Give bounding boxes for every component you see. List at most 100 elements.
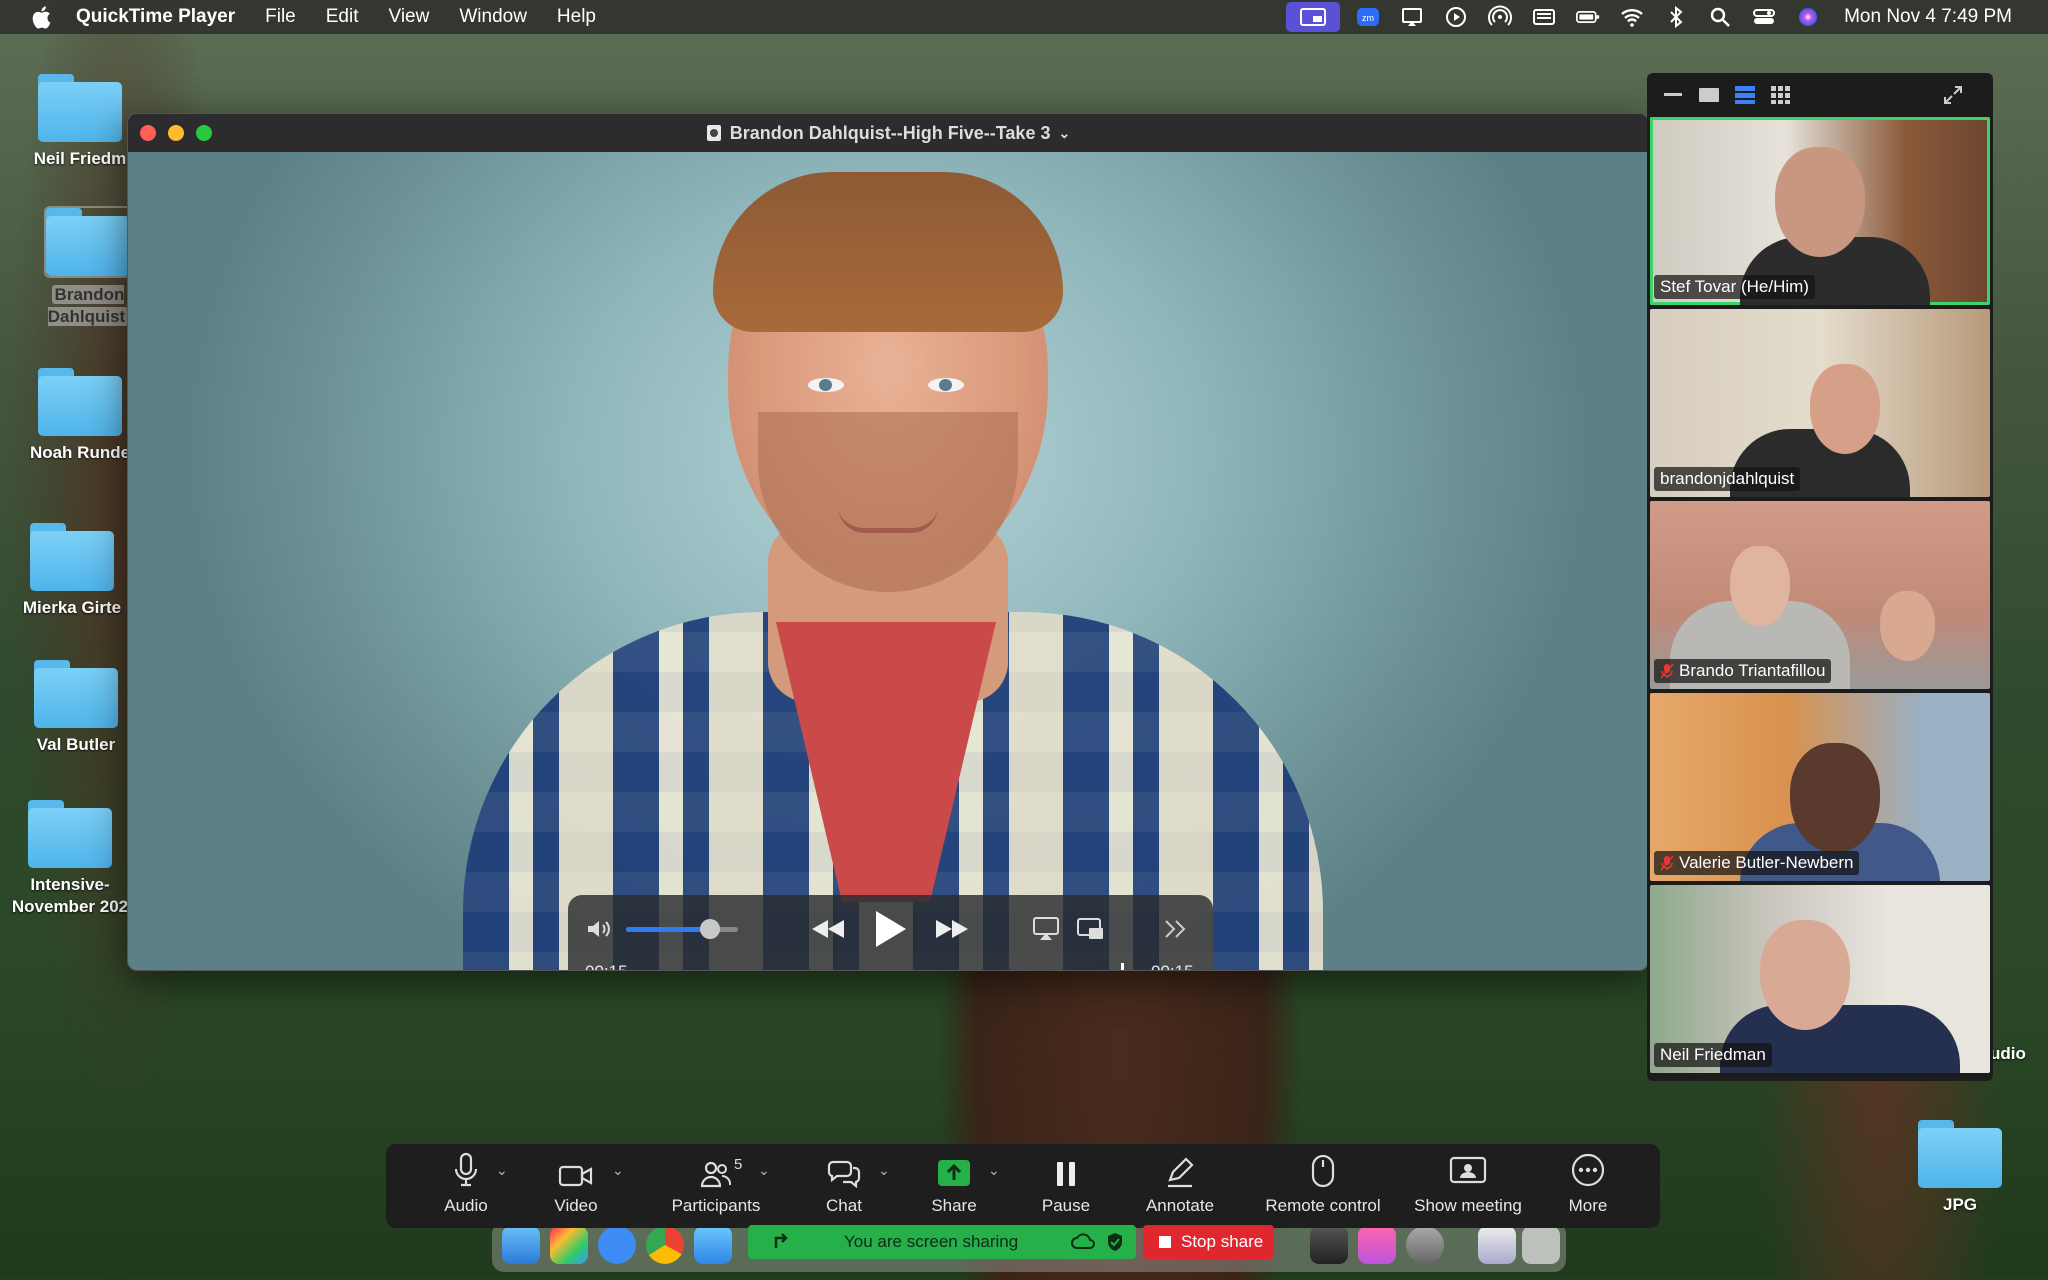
folder-icon — [38, 74, 122, 142]
audio-button[interactable]: ⌄ Audio — [426, 1144, 508, 1228]
menu-help[interactable]: Help — [557, 6, 596, 28]
menu-view[interactable]: View — [389, 6, 430, 28]
chrome-icon[interactable] — [646, 1226, 684, 1264]
participant-name: brandonjdahlquist — [1660, 469, 1795, 488]
screen-sharing-status-bar[interactable]: You are screen sharing — [748, 1225, 1136, 1259]
mail-icon[interactable] — [694, 1226, 732, 1264]
participant-tile[interactable]: Brando Triantafillou — [1650, 501, 1990, 689]
mic-muted-icon — [1660, 663, 1674, 679]
play-icon[interactable] — [870, 907, 910, 951]
battery-icon[interactable] — [1576, 5, 1600, 29]
desktop-folder-mierka[interactable]: Mierka Girte — [2, 523, 142, 619]
app-name-menu[interactable]: QuickTime Player — [76, 6, 235, 28]
audio-button-label: Audio — [444, 1196, 488, 1215]
minimize-icon[interactable] — [1661, 84, 1685, 106]
volume-slider[interactable] — [626, 919, 738, 939]
speaker-view-icon[interactable] — [1697, 84, 1721, 106]
launchpad-icon[interactable] — [550, 1226, 588, 1264]
spotlight-search-icon[interactable] — [1708, 5, 1732, 29]
participant-name: Stef Tovar (He/Him) — [1660, 277, 1809, 296]
safari-icon[interactable] — [598, 1226, 636, 1264]
window-titlebar[interactable]: Brandon Dahlquist--High Five--Take 3 ⌄ — [128, 114, 1648, 152]
play-circle-icon[interactable] — [1444, 5, 1468, 29]
gallery-grid-icon[interactable] — [1769, 84, 1793, 106]
pause-icon — [1055, 1144, 1077, 1188]
expand-icon[interactable] — [1941, 84, 1965, 106]
menu-edit[interactable]: Edit — [326, 6, 359, 28]
participants-button-label: Participants — [671, 1196, 761, 1215]
video-subject-hair — [713, 172, 1063, 332]
screen-mirror-icon[interactable] — [1400, 5, 1424, 29]
share-more-icon[interactable] — [1160, 913, 1190, 945]
menu-bar-clock[interactable]: Mon Nov 4 7:49 PM — [1844, 6, 2012, 28]
fast-forward-icon[interactable] — [932, 913, 972, 945]
video-button-label: Video — [554, 1196, 598, 1215]
bluetooth-icon[interactable] — [1664, 5, 1688, 29]
desktop-folder-val[interactable]: Val Butler — [6, 660, 146, 756]
pause-share-button[interactable]: Pause — [1026, 1144, 1106, 1228]
show-meeting-button[interactable]: Show meeting — [1408, 1144, 1528, 1228]
rewind-icon[interactable] — [808, 913, 848, 945]
pencil-icon — [1164, 1144, 1196, 1188]
participant-face — [1790, 743, 1880, 853]
stop-share-label: Stop share — [1181, 1232, 1264, 1251]
time-elapsed: 00:15 — [585, 962, 628, 970]
strip-view-icon[interactable] — [1733, 84, 1757, 106]
participant-tile[interactable]: Neil Friedman — [1650, 885, 1990, 1073]
more-icon — [1570, 1144, 1606, 1188]
dock-app-icon[interactable] — [1478, 1226, 1516, 1264]
picture-in-picture-icon[interactable] — [1074, 913, 1108, 945]
stop-share-button[interactable]: Stop share — [1143, 1225, 1274, 1259]
siri-icon[interactable] — [1796, 5, 1820, 29]
zoom-share-icon[interactable] — [1286, 2, 1341, 32]
finder-icon[interactable] — [502, 1226, 540, 1264]
dock-app-icon[interactable] — [1358, 1226, 1396, 1264]
menu-bar: QuickTime Player File Edit View Window H… — [0, 0, 2048, 34]
participant-face — [1810, 364, 1880, 454]
time-remaining: 00:15 — [1151, 962, 1194, 970]
participants-button[interactable]: 5 ⌄ Participants — [656, 1144, 776, 1228]
participant-tile[interactable]: Stef Tovar (He/Him) — [1650, 117, 1990, 305]
remote-control-button[interactable]: Remote control — [1260, 1144, 1386, 1228]
zoom-app-icon[interactable]: zm — [1356, 5, 1380, 29]
video-options-chevron-icon[interactable]: ⌄ — [612, 1162, 624, 1179]
participant-tile[interactable]: Valerie Butler-Newbern — [1650, 693, 1990, 881]
annotate-button[interactable]: Annotate — [1130, 1144, 1230, 1228]
window-title[interactable]: Brandon Dahlquist--High Five--Take 3 ⌄ — [128, 114, 1648, 152]
audio-options-chevron-icon[interactable]: ⌄ — [496, 1162, 508, 1179]
share-button[interactable]: ⌄ Share — [914, 1144, 1000, 1228]
apple-menu-icon[interactable] — [30, 5, 52, 29]
desktop-folder-jpg[interactable]: JPG — [1900, 1120, 2020, 1216]
folder-icon — [44, 206, 132, 278]
chat-options-chevron-icon[interactable]: ⌄ — [878, 1162, 890, 1179]
shield-check-icon — [1108, 1233, 1123, 1251]
quicktime-window: Brandon Dahlquist--High Five--Take 3 ⌄ — [127, 113, 1649, 971]
chevron-down-icon[interactable]: ⌄ — [1058, 125, 1070, 142]
menu-window[interactable]: Window — [459, 6, 527, 28]
airplay-icon[interactable] — [1030, 913, 1062, 945]
keyboard-icon[interactable] — [1532, 5, 1556, 29]
trash-icon[interactable] — [1522, 1226, 1560, 1264]
video-button[interactable]: ⌄ Video — [536, 1144, 623, 1228]
desktop-item-partial-udio[interactable]: udio — [1990, 1043, 2048, 1065]
volume-icon[interactable] — [584, 915, 614, 943]
desktop-folder-intensive[interactable]: Intensive- November 202 — [0, 800, 140, 918]
chat-icon — [827, 1144, 861, 1188]
share-options-chevron-icon[interactable]: ⌄ — [988, 1162, 1000, 1179]
volume-slider-knob[interactable] — [700, 919, 720, 939]
timeline-playhead[interactable] — [1121, 963, 1124, 970]
wifi-icon[interactable] — [1620, 5, 1644, 29]
chat-button[interactable]: ⌄ Chat — [804, 1144, 890, 1228]
more-button-label: More — [1568, 1196, 1608, 1215]
video-frame[interactable]: 00:15 00:15 — [128, 152, 1648, 970]
participant-name-label: brandonjdahlquist — [1654, 467, 1801, 491]
participants-options-chevron-icon[interactable]: ⌄ — [758, 1162, 770, 1179]
airdrop-icon[interactable] — [1488, 5, 1513, 29]
dock-app-icon[interactable] — [1310, 1226, 1348, 1264]
control-center-icon[interactable] — [1752, 5, 1776, 29]
zoom-meeting-toolbar: ⌄ Audio ⌄ Video 5 ⌄ Participants ⌄ Chat … — [386, 1144, 1660, 1228]
menu-file[interactable]: File — [265, 6, 296, 28]
dock-app-icon[interactable] — [1406, 1226, 1444, 1264]
more-button[interactable]: More — [1558, 1144, 1618, 1228]
participant-tile[interactable]: brandonjdahlquist — [1650, 309, 1990, 497]
